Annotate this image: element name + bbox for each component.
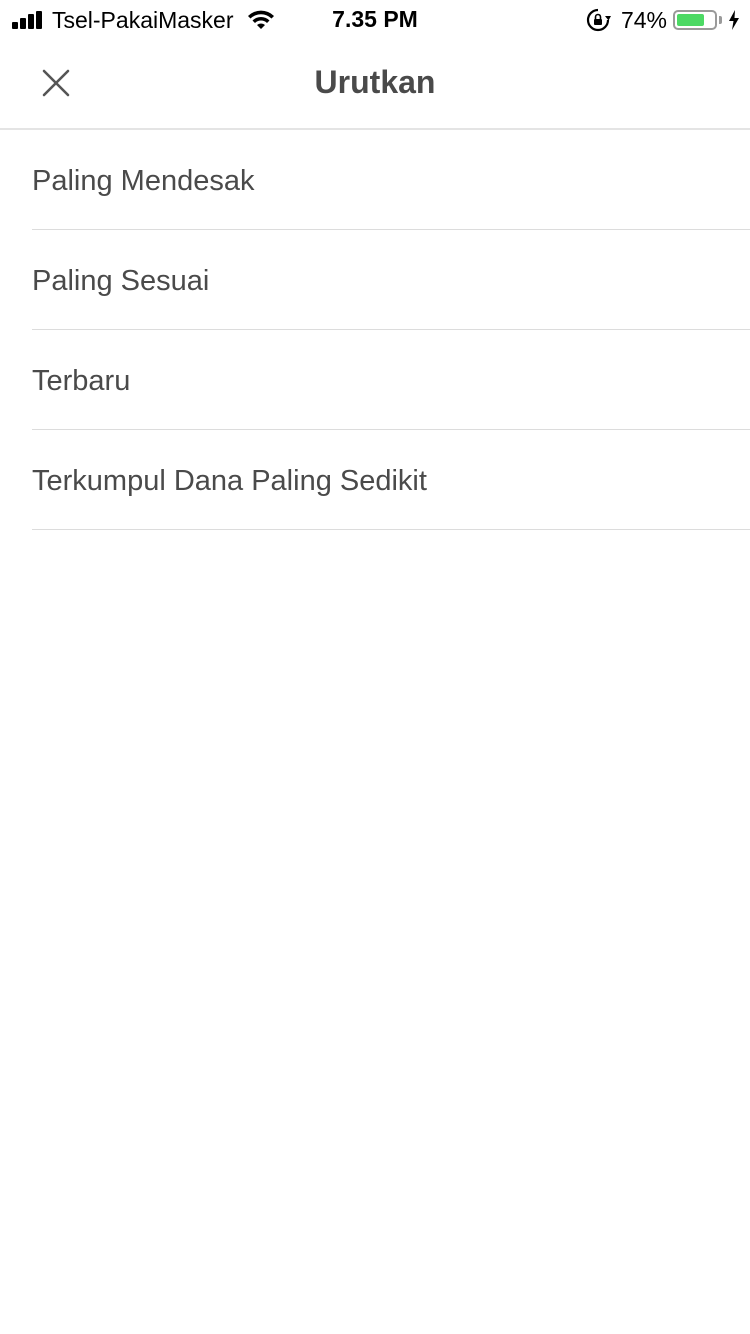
sort-options-list: Paling Mendesak Paling Sesuai Terbaru Te… [0,130,750,530]
status-right: 74% [585,6,740,34]
sort-option-terkumpul-dana-paling-sedikit[interactable]: Terkumpul Dana Paling Sedikit [32,430,750,530]
page-title: Urutkan [314,64,436,100]
battery-tip [719,16,722,24]
header: Urutkan [0,40,750,130]
sort-option-terbaru[interactable]: Terbaru [32,330,750,430]
battery-percent: 74% [620,6,667,33]
rotation-lock-icon [586,8,611,32]
battery-level [677,14,704,26]
status-bar: Tsel-PakaiMasker 7.35 PM 74% [0,0,750,40]
sort-option-paling-sesuai[interactable]: Paling Sesuai [32,230,750,330]
sort-option-paling-mendesak[interactable]: Paling Mendesak [32,130,750,230]
charging-bolt-icon [729,10,739,30]
sort-screen: Tsel-PakaiMasker 7.35 PM 74% Urutkan Pal… [0,0,750,1334]
battery-icon [673,10,717,30]
